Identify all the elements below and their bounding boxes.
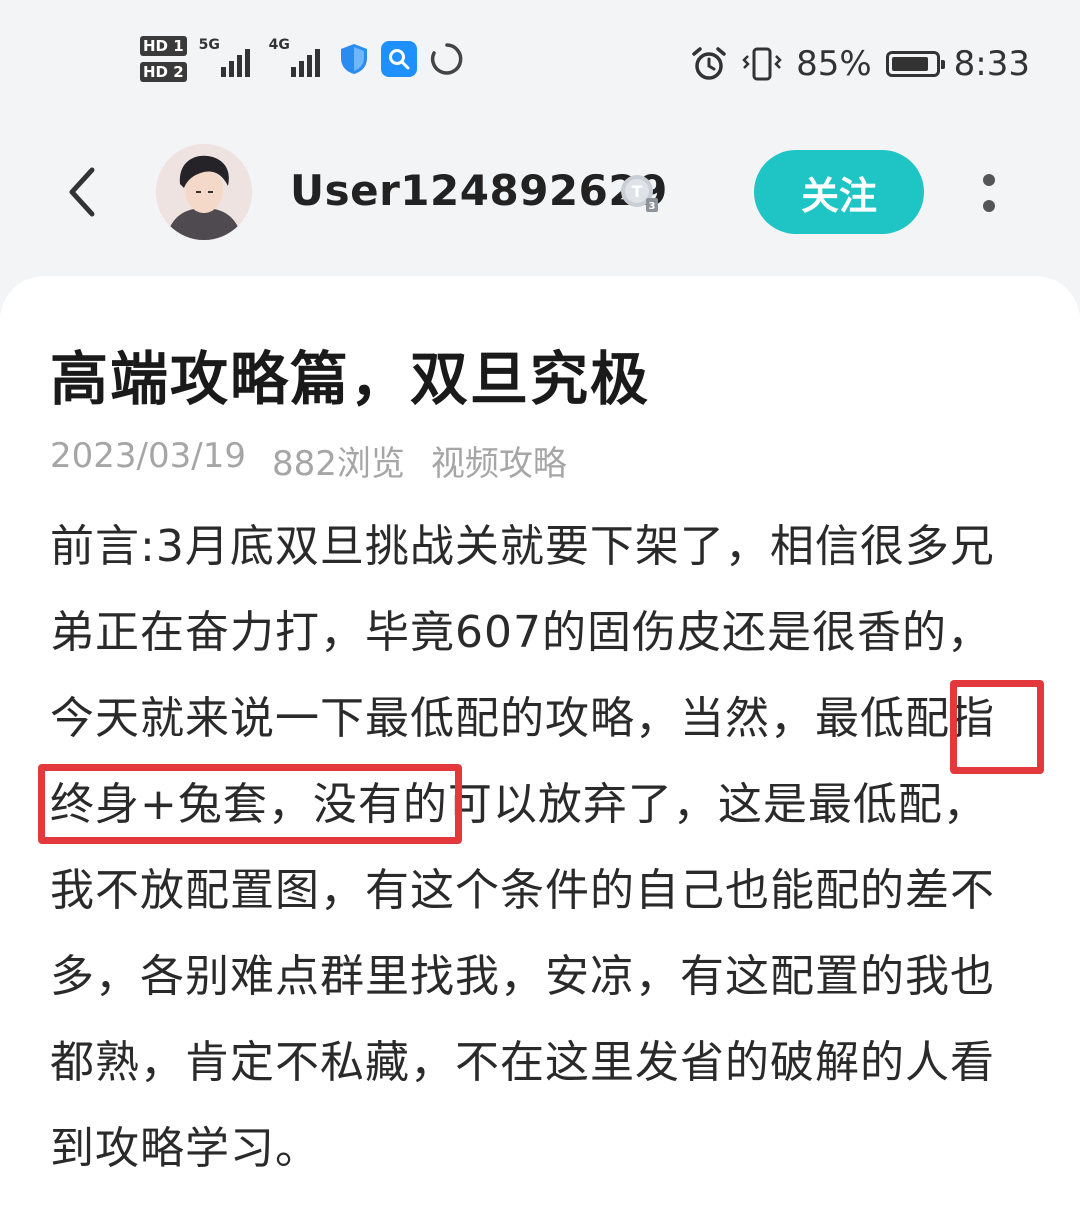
post-header: User124892629 T 3 关注 [0,140,1080,250]
view-count: 882浏览 [271,444,405,484]
shield-icon [340,44,367,74]
avatar[interactable] [156,144,252,240]
signal-4g-icon: 4G [269,37,327,81]
loading-icon [430,43,463,75]
username[interactable]: User124892629 [290,166,668,215]
article-meta: 2023/03/19 882浏览 视频攻略 [50,436,567,485]
svg-text:3: 3 [649,201,656,212]
more-options-icon[interactable] [972,172,1008,216]
battery-percent: 85% [796,44,872,84]
hd-indicators: HD 1 HD 2 [140,36,187,82]
category-tag[interactable]: 视频攻略 [431,436,567,485]
article-card: 高端攻略篇，双旦究极 2023/03/19 882浏览 视频攻略 前言:3月底双… [0,276,1080,1216]
post-date: 2023/03/19 [50,436,246,476]
follow-button[interactable]: 关注 [754,150,924,234]
hd-2-badge: HD 2 [140,62,187,82]
hd-1-badge: HD 1 [140,36,187,56]
status-left: HD 1 HD 2 5G 4G [140,36,465,82]
highlight-box-1 [950,680,1044,774]
vibrate-icon [742,47,782,81]
clock: 8:33 [953,44,1030,84]
level-badge-icon: T 3 [621,175,658,212]
battery-icon [885,51,945,77]
highlight-box-2 [38,764,462,844]
signal-5g-icon: 5G [199,37,257,81]
back-arrow-icon[interactable] [60,162,110,222]
search-app-icon [380,41,417,77]
status-right: 85% 8:33 [690,44,1030,84]
article-body: 前言:3月底双旦挑战关就要下架了，相信很多兄弟正在奋力打，毕竟607的固伤皮还是… [50,521,995,1174]
article-title: 高端攻略篇，双旦究极 [50,345,651,413]
alarm-icon [692,47,726,80]
svg-text:T: T [632,182,643,201]
status-bar: HD 1 HD 2 5G 4G 85% 8:33 [0,0,1080,120]
